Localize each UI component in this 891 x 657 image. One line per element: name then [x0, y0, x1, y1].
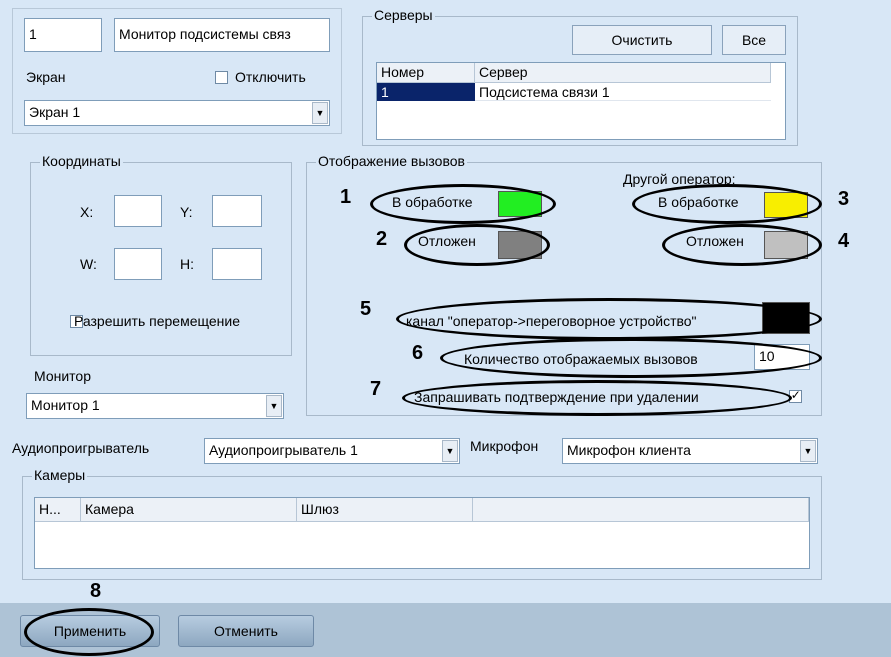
clear-button[interactable]: Очистить [572, 25, 712, 55]
servers-legend: Серверы [372, 7, 435, 23]
annotation-oval-3 [632, 184, 822, 224]
annotation-oval-6 [440, 338, 822, 378]
annotation-number-7: 7 [370, 378, 382, 400]
annotation-number-4: 4 [838, 230, 850, 252]
servers-col-number[interactable]: Номер [377, 63, 475, 83]
all-button[interactable]: Все [722, 25, 786, 55]
monitor-select-value: Монитор 1 [31, 397, 100, 413]
disable-label: Отключить [235, 69, 306, 85]
x-field[interactable] [114, 195, 162, 227]
id-field[interactable]: 1 [24, 18, 102, 52]
annotation-number-2: 2 [376, 228, 388, 250]
x-label: X: [80, 204, 94, 220]
mic-label: Микрофон [470, 438, 539, 454]
chevron-down-icon[interactable]: ▼ [266, 395, 282, 417]
annotation-number-1: 1 [340, 186, 352, 208]
cameras-col-camera[interactable]: Камера [81, 498, 297, 522]
cameras-col-number[interactable]: Н... [35, 498, 81, 522]
annotation-number-8: 8 [90, 580, 102, 602]
screen-select[interactable]: Экран 1 ▼ [24, 100, 330, 126]
screen-select-value: Экран 1 [29, 104, 81, 120]
monitor-label: Монитор [34, 368, 91, 384]
w-label: W: [80, 256, 97, 272]
servers-col-server[interactable]: Сервер [475, 63, 771, 83]
w-field[interactable] [114, 248, 162, 280]
monitor-select[interactable]: Монитор 1 ▼ [26, 393, 284, 419]
cameras-table: Н... Камера Шлюз [34, 497, 810, 569]
annotation-oval-2 [404, 224, 550, 266]
annotation-number-3: 3 [838, 188, 850, 210]
table-row-cell-number[interactable]: 1 [377, 83, 475, 101]
player-select-value: Аудиопроигрыватель 1 [209, 442, 358, 458]
screen-label: Экран [26, 69, 66, 85]
h-field[interactable] [212, 248, 262, 280]
annotation-oval-7 [402, 380, 792, 416]
annotation-oval-5 [396, 298, 822, 340]
name-field[interactable]: Монитор подсистемы связ [114, 18, 330, 52]
annotation-oval-1 [370, 184, 556, 224]
cameras-col-gateway[interactable]: Шлюз [297, 498, 473, 522]
cameras-legend: Камеры [32, 467, 88, 483]
y-field[interactable] [212, 195, 262, 227]
annotation-oval-4 [662, 224, 822, 266]
disable-checkbox[interactable] [215, 71, 228, 84]
servers-table: Номер Сервер 1 Подсистема связи 1 [376, 62, 786, 140]
y-label: Y: [180, 204, 193, 220]
cancel-button[interactable]: Отменить [178, 615, 314, 647]
chevron-down-icon[interactable]: ▼ [800, 440, 816, 462]
chevron-down-icon[interactable]: ▼ [312, 102, 328, 124]
annotation-number-5: 5 [360, 298, 372, 320]
annotation-number-6: 6 [412, 342, 424, 364]
allow-move-label: Разрешить перемещение [74, 313, 240, 329]
table-row-cell-server[interactable]: Подсистема связи 1 [475, 83, 771, 101]
mic-select[interactable]: Микрофон клиента ▼ [562, 438, 818, 464]
calls-legend: Отображение вызовов [316, 153, 467, 169]
player-select[interactable]: Аудиопроигрыватель 1 ▼ [204, 438, 460, 464]
cameras-col-empty [473, 498, 809, 522]
mic-select-value: Микрофон клиента [567, 442, 691, 458]
player-label: Аудиопроигрыватель [12, 440, 150, 456]
h-label: H: [180, 256, 194, 272]
chevron-down-icon[interactable]: ▼ [442, 440, 458, 462]
annotation-oval-8 [24, 608, 154, 656]
coords-legend: Координаты [40, 153, 123, 169]
